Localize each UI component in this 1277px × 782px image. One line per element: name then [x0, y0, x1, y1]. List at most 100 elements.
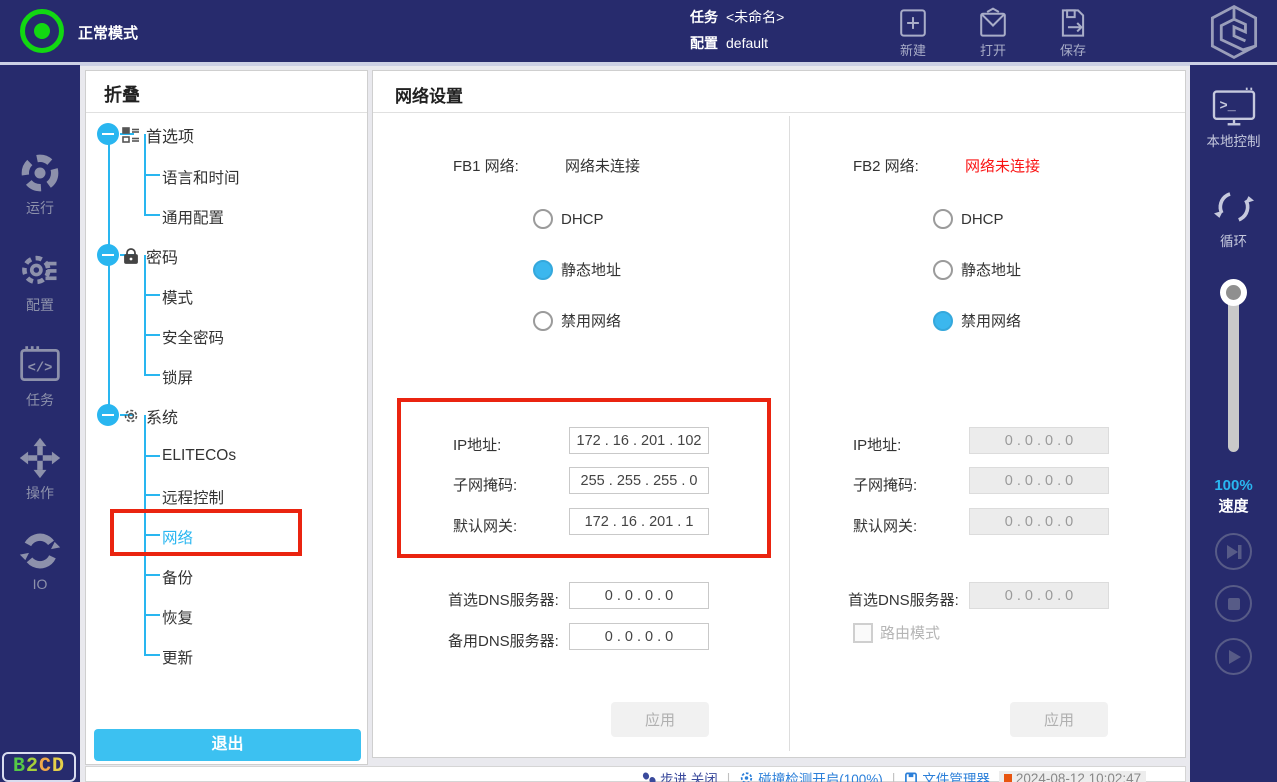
fb1-dns2-input[interactable] — [569, 623, 709, 650]
collision-detect-status[interactable]: 碰撞检测开启(100%) — [739, 768, 883, 782]
tree-group-system[interactable]: 系统 — [122, 404, 178, 428]
fb1-radio-dhcp[interactable]: DHCP — [533, 209, 604, 229]
sidebar-item-config[interactable]: 配置 — [0, 248, 80, 315]
sidebar-item-label: 配置 — [0, 295, 80, 315]
fb2-radio-dhcp[interactable]: DHCP — [933, 209, 1004, 229]
network-settings-panel: 网络设置 FB1 网络: 网络未连接 DHCP 静态地址 禁用网络 IP地址: … — [372, 70, 1186, 758]
play-icon — [1223, 646, 1245, 668]
tree-group-label: 首选项 — [146, 123, 194, 147]
list-icon — [122, 126, 140, 144]
tree-item-backup[interactable]: 备份 — [162, 566, 193, 588]
tree-item-lock-screen[interactable]: 锁屏 — [162, 366, 193, 388]
speed-slider-handle[interactable] — [1220, 279, 1247, 306]
fb2-radio-disable[interactable]: 禁用网络 — [933, 310, 1021, 331]
exit-button[interactable]: 退出 — [94, 729, 361, 761]
radio-icon — [533, 311, 553, 331]
radio-label: DHCP — [961, 211, 1004, 228]
sidebar-item-operate[interactable]: 操作 — [0, 436, 80, 503]
tree-item-elitecos[interactable]: ELITECOs — [162, 447, 236, 465]
sidebar-item-run[interactable]: 运行 — [0, 151, 80, 218]
sidebar-item-io[interactable]: IO — [0, 529, 80, 592]
status-bar: 步进 关闭 | 碰撞检测开启(100%) | 文件管理器 2024-08-12 … — [85, 766, 1186, 782]
radio-label: 静态地址 — [561, 259, 621, 280]
tree-line — [108, 134, 110, 415]
stop-button[interactable] — [1215, 585, 1252, 622]
tree-group-label: 密码 — [146, 244, 178, 268]
badge-char: C — [39, 755, 52, 778]
fb1-radio-disable[interactable]: 禁用网络 — [533, 310, 621, 331]
tree-item-mode[interactable]: 模式 — [162, 286, 193, 308]
local-control-button[interactable]: >_ 本地控制 — [1190, 87, 1277, 150]
tree-item-update[interactable]: 更新 — [162, 646, 193, 668]
annotation-box-network-item — [110, 509, 302, 556]
step-mode-status[interactable]: 步进 关闭 — [642, 768, 718, 782]
collapse-toggle-password[interactable] — [97, 244, 119, 266]
radio-icon — [933, 311, 953, 331]
fb2-route-mode-checkbox[interactable]: 路由模式 — [853, 622, 940, 643]
save-button[interactable]: 保存 — [1043, 7, 1103, 59]
tree-item-general-config[interactable]: 通用配置 — [162, 206, 224, 228]
tree-item-safety-password[interactable]: 安全密码 — [162, 326, 224, 348]
tree-line — [144, 174, 160, 176]
fb2-apply-button[interactable]: 应用 — [1010, 702, 1108, 737]
checkbox-label: 路由模式 — [880, 622, 940, 643]
tree-line — [144, 334, 160, 336]
save-button-label: 保存 — [1043, 40, 1103, 59]
step-forward-button[interactable] — [1215, 533, 1252, 570]
open-button[interactable]: 打开 — [963, 7, 1023, 59]
mode-status-icon — [20, 9, 64, 53]
config-value: default — [726, 35, 768, 51]
stop-icon — [1223, 593, 1245, 615]
badge-char: 2 — [26, 755, 39, 778]
fb2-dns1-input[interactable] — [969, 582, 1109, 609]
sidebar-item-task[interactable]: </> 任务 — [0, 343, 80, 410]
fb1-dns1-input[interactable] — [569, 582, 709, 609]
fb1-mask-input[interactable] — [569, 467, 709, 494]
fb2-mask-input[interactable] — [969, 467, 1109, 494]
fb1-network-status: 网络未连接 — [565, 155, 640, 176]
fb2-ip-input[interactable] — [969, 427, 1109, 454]
new-button[interactable]: 新建 — [883, 7, 943, 59]
mode-label: 正常模式 — [78, 22, 138, 43]
tree-item-remote-control[interactable]: 远程控制 — [162, 486, 224, 508]
fb1-ip-input[interactable] — [569, 427, 709, 454]
save-icon — [1056, 7, 1090, 39]
tree-item-restore[interactable]: 恢复 — [162, 606, 193, 628]
fb2-gateway-input[interactable] — [969, 508, 1109, 535]
file-manager-button[interactable]: 文件管理器 — [904, 768, 990, 782]
task-value: <未命名> — [726, 9, 784, 25]
fb1-dns2-label: 备用DNS服务器: — [448, 630, 559, 651]
radio-label: DHCP — [561, 211, 604, 228]
tree-line — [144, 455, 160, 457]
collapse-toggle-system[interactable] — [97, 404, 119, 426]
radio-icon — [933, 260, 953, 280]
task-row: 任务<未命名> — [690, 7, 784, 27]
fb1-apply-button[interactable]: 应用 — [611, 702, 709, 737]
fb2-radio-static[interactable]: 静态地址 — [933, 259, 1021, 280]
radio-label: 静态地址 — [961, 259, 1021, 280]
tree-group-preferences[interactable]: 首选项 — [122, 123, 194, 147]
fb1-gateway-input[interactable] — [569, 508, 709, 535]
tree-line — [144, 614, 160, 616]
fb1-radio-static[interactable]: 静态地址 — [533, 259, 621, 280]
collapse-toggle-preferences[interactable] — [97, 123, 119, 145]
speed-percent: 100% — [1190, 477, 1277, 494]
local-control-label: 本地控制 — [1190, 130, 1277, 150]
svg-text:>_: >_ — [1219, 100, 1236, 115]
fb2-dns1-label: 首选DNS服务器: — [848, 589, 959, 610]
cycle-button[interactable]: 循环 — [1190, 187, 1277, 250]
play-button[interactable] — [1215, 638, 1252, 675]
config-row: 配置 default — [690, 33, 768, 53]
run-icon — [18, 151, 62, 195]
tree-group-password[interactable]: 密码 — [122, 244, 178, 268]
new-button-label: 新建 — [883, 40, 943, 59]
collision-icon — [739, 771, 754, 782]
fb2-network-status: 网络未连接 — [965, 155, 1040, 176]
lock-icon — [122, 247, 140, 265]
tree-item-network[interactable]: 网络 — [162, 526, 193, 548]
config-label: 配置 — [690, 35, 718, 51]
gear-icon — [122, 407, 140, 425]
tree-item-language-time[interactable]: 语言和时间 — [162, 166, 240, 188]
speed-slider-track[interactable] — [1228, 292, 1239, 452]
cycle-icon — [1212, 187, 1256, 227]
